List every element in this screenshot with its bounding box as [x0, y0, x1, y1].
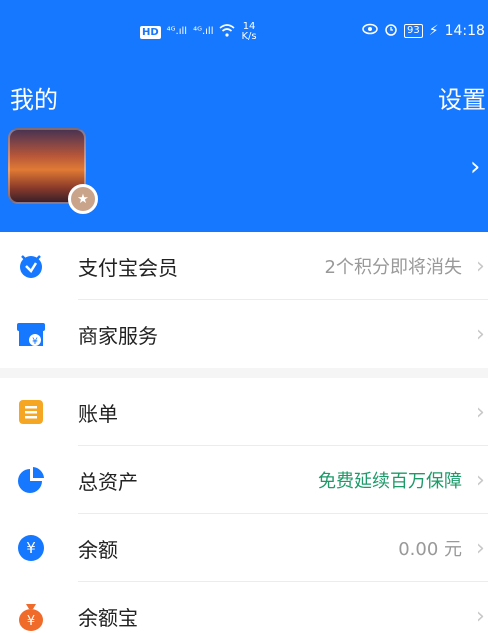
bill-icon — [14, 395, 48, 429]
balance-icon: ¥ — [14, 531, 48, 565]
status-bar: HD ⁴ᴳ.ıll ⁴ᴳ.ıll 14 K/s 93 ⚡ 14:18 — [0, 20, 488, 48]
list-item-label: 总资产 — [78, 469, 138, 494]
chevron-right-icon: › — [476, 399, 485, 425]
hd-badge: HD — [140, 25, 161, 39]
chevron-right-icon: › — [476, 253, 485, 279]
list-item-value: 免费延续百万保障 — [318, 471, 462, 492]
yuebao-icon: ¥ — [14, 599, 48, 633]
list-item-label: 余额 — [78, 537, 118, 562]
list-item-label: 账单 — [78, 401, 118, 426]
eye-icon — [362, 23, 378, 39]
signal-icon-2: ⁴ᴳ.ıll — [193, 26, 214, 37]
network-speed: 14 K/s — [241, 21, 257, 42]
list-item-label: 商家服务 — [78, 323, 158, 348]
list-item-yuebao[interactable]: ¥ 余额宝 › — [0, 582, 488, 633]
member-icon — [14, 249, 48, 283]
alarm-icon — [384, 22, 398, 40]
chevron-right-icon[interactable]: › — [470, 152, 480, 182]
list-item-balance[interactable]: ¥ 余额 0.00 元 › — [0, 514, 488, 582]
star-badge-icon: ★ — [68, 184, 98, 214]
section-membership: 支付宝会员 2个积分即将消失 › ¥ 商家服务 › — [0, 232, 488, 368]
list-item-label: 余额宝 — [78, 605, 138, 630]
section-assets: 账单 › 总资产 免费延续百万保障 › ¥ 余额 0.00 元 › ¥ 余额宝 … — [0, 378, 488, 633]
profile-header: HD ⁴ᴳ.ıll ⁴ᴳ.ıll 14 K/s 93 ⚡ 14:18 我的 设置… — [0, 0, 488, 232]
charging-icon: ⚡ — [428, 23, 439, 39]
list-item-bill[interactable]: 账单 › — [0, 378, 488, 446]
chevron-right-icon: › — [476, 467, 485, 493]
battery-icon: 93 — [404, 24, 423, 38]
svg-text:¥: ¥ — [27, 614, 35, 629]
clock-time: 14:18 — [444, 23, 485, 39]
chevron-right-icon: › — [476, 321, 485, 347]
svg-text:¥: ¥ — [26, 539, 36, 557]
merchant-icon: ¥ — [14, 317, 48, 351]
list-item-merchant[interactable]: ¥ 商家服务 › — [0, 300, 488, 368]
list-item-value: 0.00 元 — [398, 539, 462, 560]
settings-button[interactable]: 设置 — [438, 80, 486, 115]
status-bar-right: 93 ⚡ 14:18 — [362, 22, 485, 40]
chevron-right-icon: › — [476, 603, 485, 629]
list-item-label: 支付宝会员 — [78, 255, 178, 280]
list-item-total-assets[interactable]: 总资产 免费延续百万保障 › — [0, 446, 488, 514]
list-item-member[interactable]: 支付宝会员 2个积分即将消失 › — [0, 232, 488, 300]
list-item-value: 2个积分即将消失 — [324, 257, 462, 278]
page-title: 我的 — [10, 86, 58, 114]
wifi-icon — [219, 23, 236, 41]
status-bar-network: HD ⁴ᴳ.ıll ⁴ᴳ.ıll 14 K/s — [140, 22, 257, 42]
pie-chart-icon — [14, 463, 48, 497]
signal-icon: ⁴ᴳ.ıll — [166, 26, 188, 37]
chevron-right-icon: › — [476, 535, 485, 561]
svg-text:¥: ¥ — [32, 337, 38, 347]
